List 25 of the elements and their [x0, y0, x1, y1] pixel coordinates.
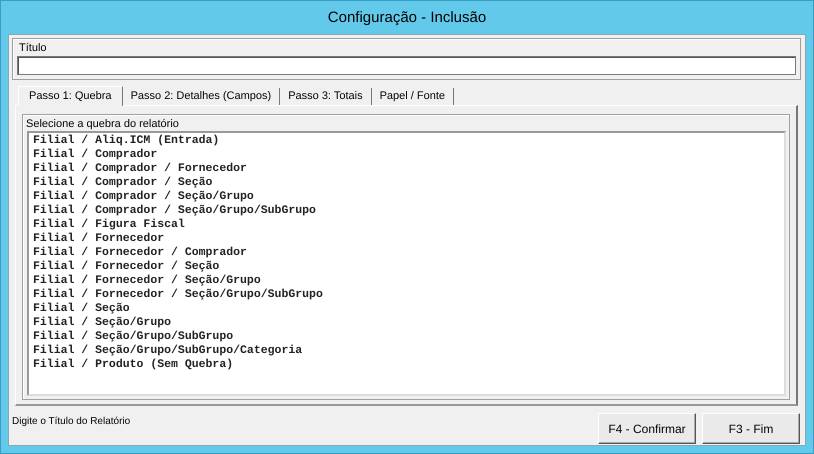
list-item[interactable]: Filial / Figura Fiscal [33, 218, 780, 232]
list-item[interactable]: Filial / Produto (Sem Quebra) [33, 358, 780, 372]
list-item[interactable]: Filial / Comprador / Seção [33, 176, 780, 190]
action-button[interactable]: F4 - Confirmar [598, 413, 696, 444]
window-title: Configuração - Inclusão [326, 8, 488, 28]
list-item[interactable]: Filial / Fornecedor / Comprador [33, 246, 780, 260]
list-item[interactable]: Filial / Seção/Grupo/SubGrupo [33, 330, 780, 344]
title-field[interactable] [17, 56, 796, 75]
action-button[interactable]: F3 - Fim [702, 413, 800, 444]
list-item[interactable]: Filial / Comprador [33, 148, 780, 162]
list-item[interactable]: Filial / Fornecedor / Seção/Grupo/SubGrupo [33, 288, 780, 302]
list-item[interactable]: Filial / Seção/Grupo [33, 316, 780, 330]
list-item[interactable]: Filial / Seção [33, 302, 780, 316]
list-item[interactable]: Filial / Fornecedor / Seção [33, 260, 780, 274]
list-item[interactable]: Filial / Seção/Grupo/SubGrupo/Categoria [33, 344, 780, 358]
list-item[interactable]: Filial / Comprador / Fornecedor [33, 162, 780, 176]
list-item[interactable]: Filial / Fornecedor [33, 232, 780, 246]
status-text: Digite o Título do Relatório [12, 415, 130, 427]
list-item[interactable]: Filial / Comprador / Seção/Grupo/SubGrupo [33, 204, 780, 218]
list-item[interactable]: Filial / Aliq.ICM (Entrada) [33, 134, 780, 148]
group-label: Selecione a quebra do relatório [26, 117, 180, 131]
tab[interactable]: Passo 1: Quebra [18, 86, 123, 106]
field-label: Título [19, 41, 48, 55]
list-item[interactable]: Filial / Comprador / Seção/Grupo [33, 190, 780, 204]
list-item[interactable]: Filial / Fornecedor / Seção/Grupo [33, 274, 780, 288]
